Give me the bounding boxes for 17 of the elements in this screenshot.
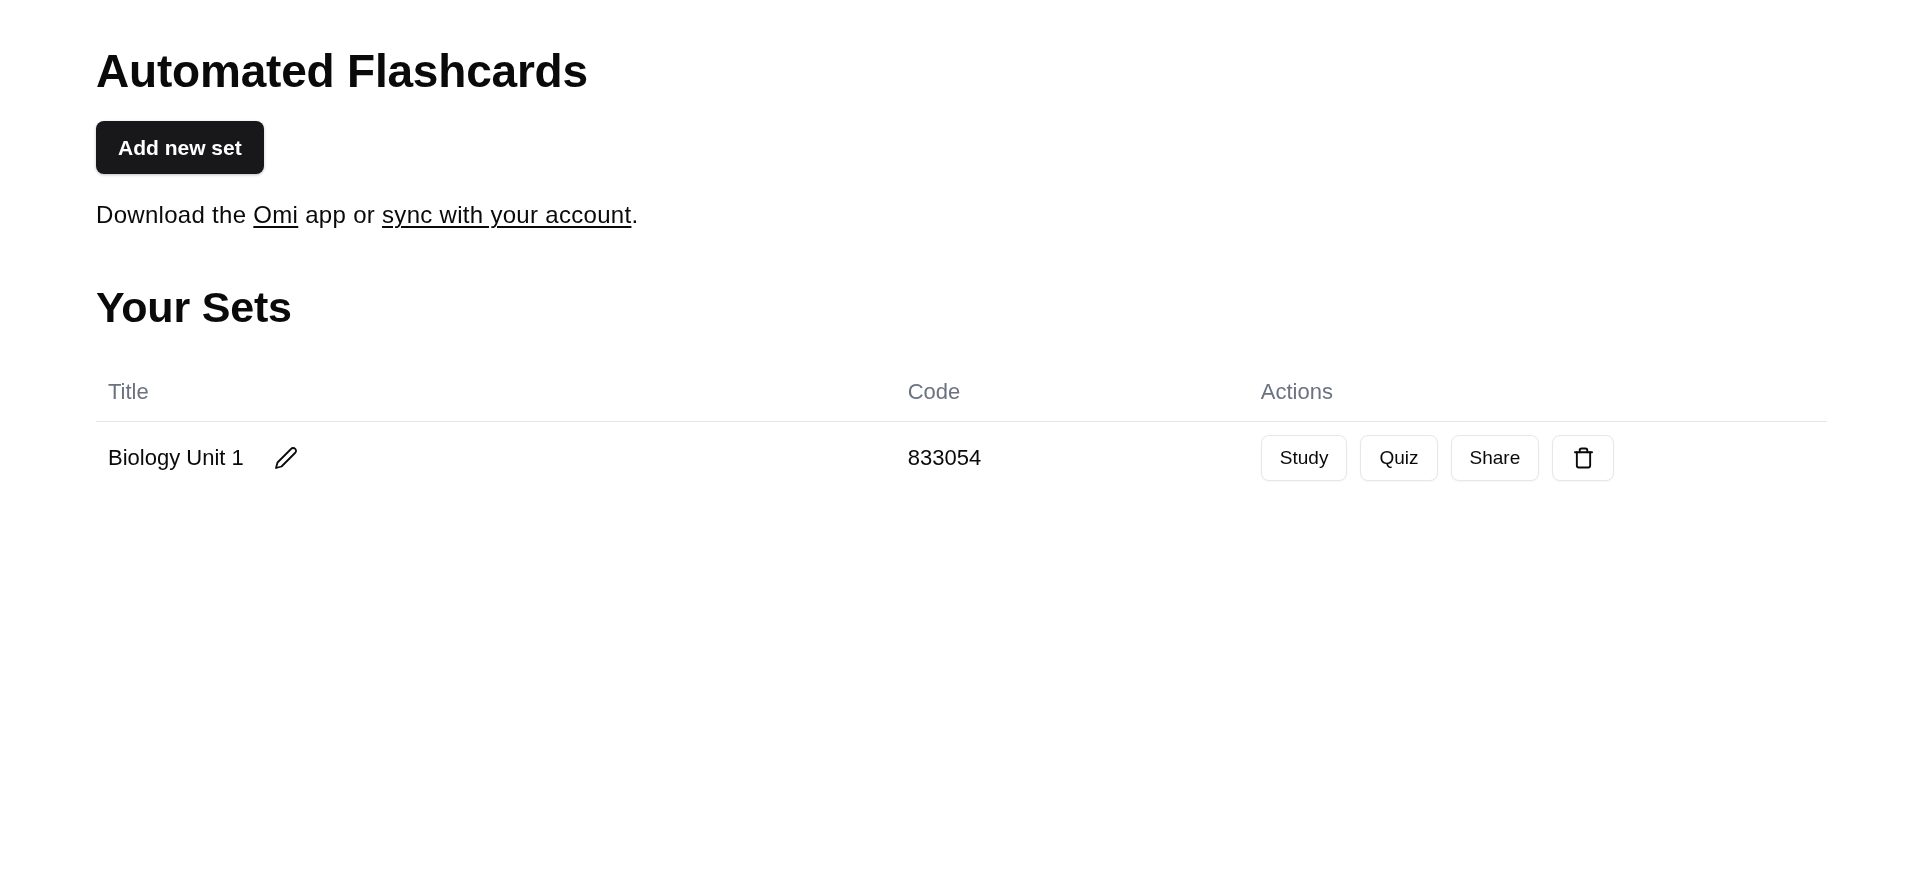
add-set-button[interactable]: Add new set bbox=[96, 121, 264, 175]
delete-button[interactable] bbox=[1552, 434, 1615, 481]
page-title: Automated Flashcards bbox=[96, 44, 589, 99]
action-button[interactable]: Quiz bbox=[1360, 434, 1438, 481]
text-link[interactable]: sync with your account bbox=[382, 201, 632, 229]
action-button[interactable]: Share bbox=[1450, 434, 1540, 481]
section-title: Your Sets bbox=[96, 282, 293, 334]
trash-icon bbox=[1573, 446, 1593, 469]
action-button[interactable]: Study bbox=[1260, 434, 1348, 481]
pencil-icon[interactable] bbox=[274, 446, 297, 469]
set-title: Biology Unit 1 bbox=[108, 444, 244, 471]
column-header: Actions bbox=[1260, 378, 1333, 405]
intro-text: Download the Omi app or sync with your account. bbox=[96, 200, 640, 231]
text-link[interactable]: Omi bbox=[253, 201, 299, 229]
column-header: Code bbox=[907, 378, 961, 405]
set-code: 833054 bbox=[907, 444, 982, 470]
column-header: Title bbox=[108, 378, 149, 405]
